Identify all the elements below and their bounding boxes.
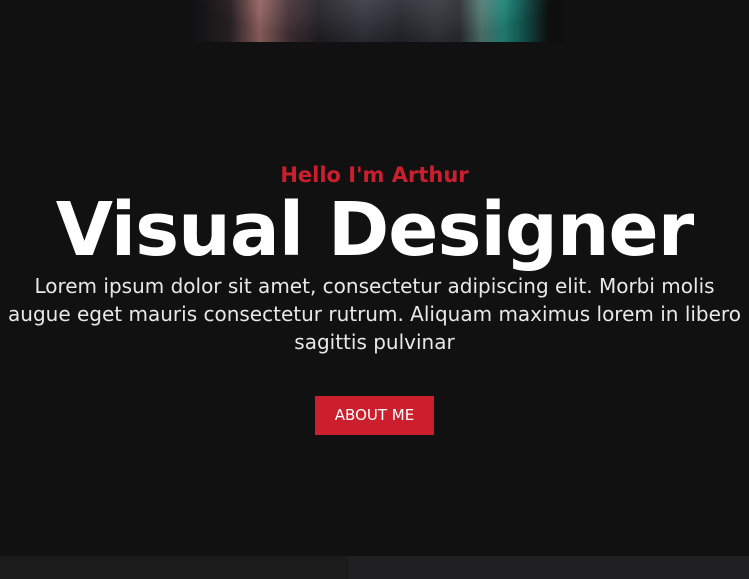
page: Hello I'm Arthur Visual Designer Lorem i…	[0, 0, 749, 579]
photo-shade	[193, 0, 563, 42]
next-section-left	[0, 556, 349, 579]
hero-section: Hello I'm Arthur Visual Designer Lorem i…	[0, 160, 749, 435]
profile-photo	[193, 0, 563, 42]
about-me-button[interactable]: ABOUT ME	[314, 396, 435, 435]
greeting-text: Hello I'm Arthur	[280, 163, 469, 187]
page-title: Visual Designer	[55, 187, 695, 273]
hero-description: Lorem ipsum dolor sit amet, consectetur …	[8, 274, 741, 354]
next-section-right	[349, 556, 749, 579]
